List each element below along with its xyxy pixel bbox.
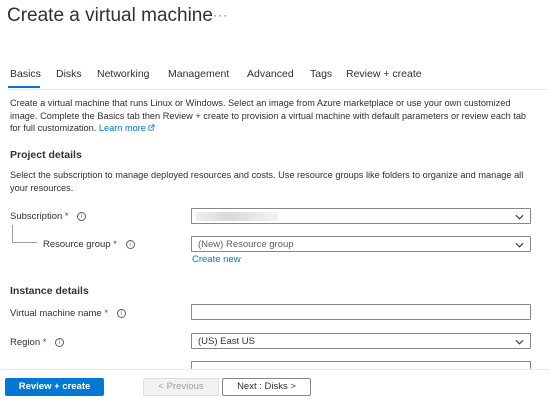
- subscription-label-text: Subscription: [10, 211, 63, 222]
- region-dropdown[interactable]: (US) East US: [191, 333, 531, 349]
- tab-review-create[interactable]: Review + create: [346, 68, 422, 80]
- intro-paragraph: Create a virtual machine that runs Linux…: [10, 97, 535, 135]
- external-link-icon: [148, 124, 155, 131]
- instance-details-heading: Instance details: [10, 285, 89, 297]
- resource-group-value: (New) Resource group: [198, 239, 294, 250]
- page-title: Create a virtual machine: [7, 5, 213, 26]
- tab-advanced[interactable]: Advanced: [247, 68, 294, 80]
- region-label-text: Region: [10, 337, 41, 348]
- region-value: (US) East US: [198, 336, 256, 347]
- create-new-link[interactable]: Create new: [192, 254, 241, 265]
- required-marker: *: [64, 211, 69, 222]
- learn-more-link[interactable]: Learn more: [99, 123, 156, 133]
- info-icon[interactable]: i: [125, 240, 135, 249]
- chevron-down-icon: [515, 242, 524, 248]
- region-label: Region * i: [10, 337, 65, 348]
- resource-group-label: Resource group * i: [43, 239, 135, 250]
- chevron-down-icon: [515, 339, 524, 345]
- subscription-dropdown[interactable]: [191, 208, 531, 224]
- vm-name-input[interactable]: [191, 304, 531, 320]
- info-icon[interactable]: i: [77, 212, 87, 221]
- subscription-label: Subscription * i: [10, 211, 87, 222]
- next-field-partial[interactable]: [191, 361, 531, 369]
- vm-name-label: Virtual machine name * i: [10, 308, 126, 319]
- tree-connector-horizontal: [12, 242, 37, 243]
- next-disks-button[interactable]: Next : Disks >: [222, 378, 311, 396]
- required-marker: *: [42, 337, 47, 348]
- redacted-subscription-value: [196, 212, 278, 221]
- resource-group-dropdown[interactable]: (New) Resource group: [191, 236, 531, 252]
- active-tab-indicator: [8, 86, 40, 88]
- intro-text: Create a virtual machine that runs Linux…: [10, 98, 527, 133]
- vm-name-label-text: Virtual machine name: [10, 308, 102, 319]
- more-options-icon[interactable]: ···: [213, 8, 228, 22]
- required-marker: *: [113, 239, 117, 250]
- required-marker: *: [104, 308, 109, 319]
- learn-more-label: Learn more: [98, 123, 146, 133]
- review-create-button[interactable]: Review + create: [5, 378, 104, 396]
- tab-basics[interactable]: Basics: [10, 68, 41, 80]
- project-details-heading: Project details: [10, 149, 82, 161]
- previous-button[interactable]: < Previous: [143, 378, 219, 396]
- tree-connector-vertical: [12, 225, 13, 242]
- tab-management[interactable]: Management: [168, 68, 229, 80]
- tab-networking[interactable]: Networking: [97, 68, 150, 80]
- resource-group-label-text: Resource group: [43, 239, 111, 250]
- project-details-description: Select the subscription to manage deploy…: [10, 170, 524, 193]
- chevron-down-icon: [515, 214, 524, 220]
- tab-tags[interactable]: Tags: [310, 68, 332, 80]
- tabs-divider: [8, 89, 548, 90]
- info-icon[interactable]: i: [116, 309, 126, 318]
- tab-disks[interactable]: Disks: [56, 68, 82, 80]
- info-icon[interactable]: i: [55, 338, 65, 347]
- footer-divider: [0, 369, 550, 370]
